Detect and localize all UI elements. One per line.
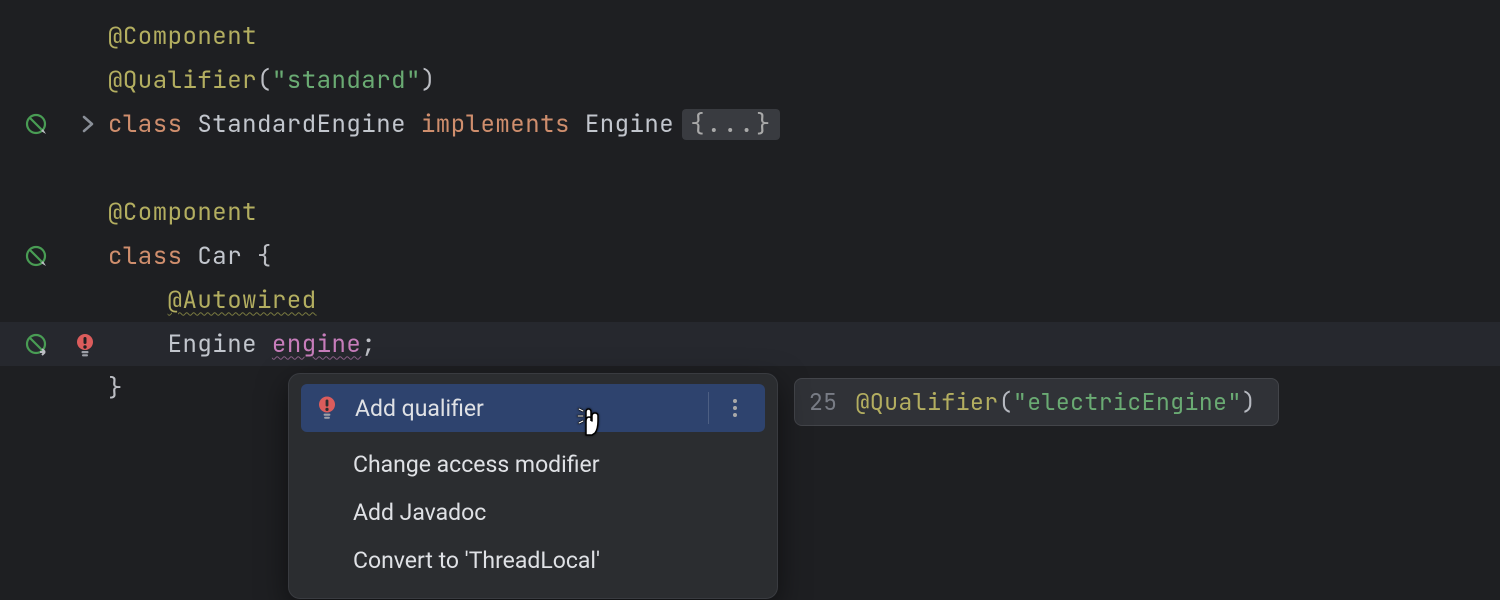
gutter (0, 58, 108, 102)
code-preview-hint: 25 @Qualifier("electricEngine") (794, 378, 1279, 426)
code-line[interactable]: class Car { (0, 234, 1500, 278)
annotation: @Qualifier (108, 65, 257, 96)
class-name: StandardEngine (197, 109, 421, 140)
intention-item-add-qualifier[interactable]: Add qualifier (301, 384, 765, 432)
error-bulb-icon (315, 396, 339, 420)
keyword: implements (421, 109, 585, 140)
type-ref: Engine (168, 329, 272, 360)
intention-item-label: Convert to 'ThreadLocal' (353, 547, 600, 574)
hint-line-number: 25 (809, 387, 838, 417)
class-name: Car (197, 241, 257, 272)
intention-item-label: Change access modifier (353, 451, 600, 478)
gutter (0, 234, 108, 278)
divider (708, 392, 709, 424)
more-options-icon[interactable] (725, 396, 745, 420)
field-name: engine (272, 329, 361, 360)
code-line[interactable]: @Autowired (0, 278, 1500, 322)
type-ref: Engine (585, 109, 674, 140)
code-line[interactable]: class StandardEngine implements Engine {.… (0, 102, 1500, 146)
code-line[interactable]: @Qualifier("standard") (0, 58, 1500, 102)
gutter (0, 190, 108, 234)
keyword: class (108, 109, 197, 140)
navigate-to-icon[interactable] (24, 332, 48, 356)
chevron-right-icon[interactable] (80, 115, 96, 133)
annotation: @Component (108, 21, 257, 52)
code-editor[interactable]: @Component @Qualifier("standard") class … (0, 14, 1500, 600)
annotation: @Autowired (168, 285, 317, 316)
navigate-to-icon[interactable] (24, 244, 48, 268)
annotation: @Qualifier (856, 387, 999, 417)
error-bulb-icon[interactable] (72, 332, 98, 358)
gutter (0, 14, 108, 58)
code-line-active[interactable]: Engine engine; (0, 322, 1500, 366)
intention-item-add-javadoc[interactable]: Add Javadoc (289, 488, 777, 536)
keyword: class (108, 241, 197, 272)
intention-item-convert-to-threadlocal[interactable]: Convert to 'ThreadLocal' (289, 536, 777, 584)
intention-item-change-access-modifier[interactable]: Change access modifier (289, 440, 777, 488)
intention-item-label: Add Javadoc (353, 499, 486, 526)
intention-item-label: Add qualifier (355, 395, 484, 422)
intention-actions-popup[interactable]: Add qualifier Change access modifier Add… (288, 373, 778, 599)
string-literal: "standard" (272, 65, 421, 96)
code-line[interactable]: @Component (0, 190, 1500, 234)
annotation: @Component (108, 197, 257, 228)
code-line[interactable] (0, 146, 1500, 190)
gutter (0, 102, 108, 146)
code-line[interactable]: @Component (0, 14, 1500, 58)
navigate-to-icon[interactable] (24, 112, 48, 136)
gutter (0, 322, 108, 366)
code-fold-placeholder[interactable]: {...} (682, 109, 780, 140)
string-literal: "electricEngine" (1013, 387, 1242, 417)
